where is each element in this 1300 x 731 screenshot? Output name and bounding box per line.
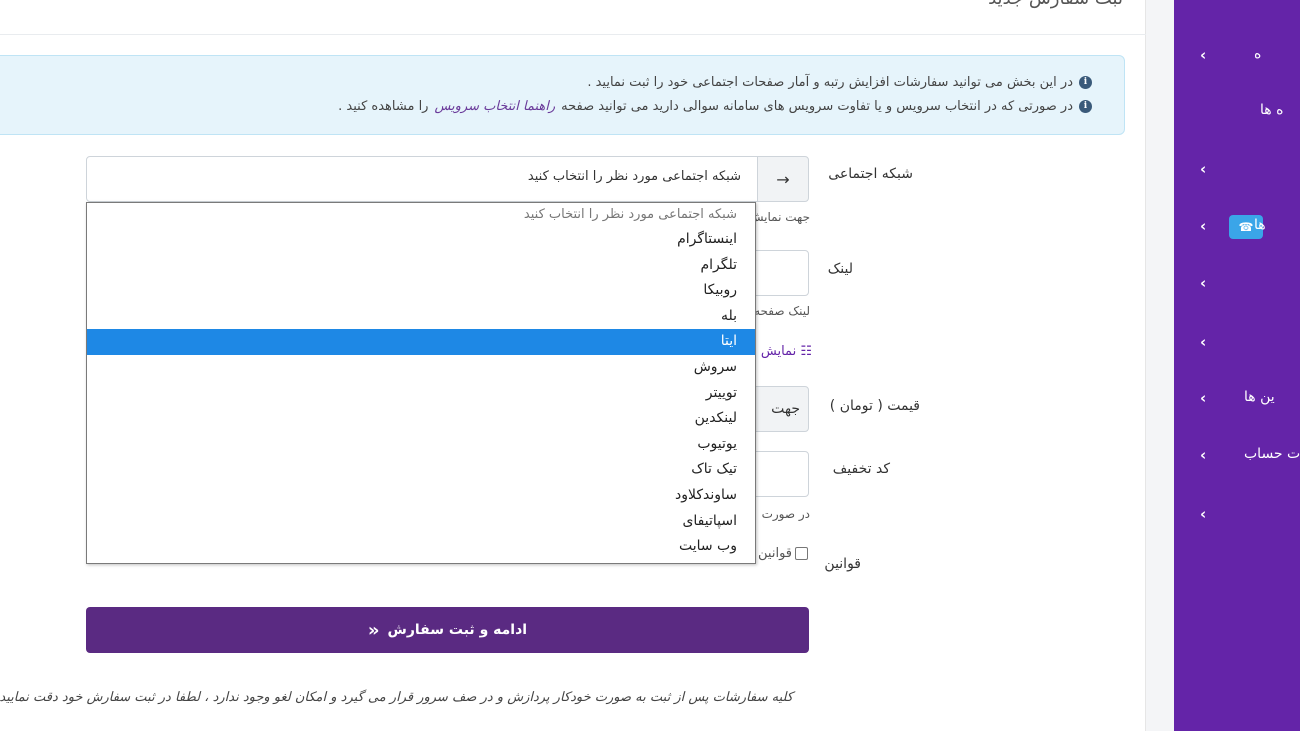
dropdown-option[interactable]: تلگرام	[87, 253, 755, 279]
alert-line-2: i در صورتی که در انتخاب سرویس و یا تفاوت…	[0, 94, 1092, 118]
sidebar-item-label: ه ها	[1260, 102, 1284, 118]
dropdown-placeholder-option[interactable]: شبکه اجتماعی مورد نظر را انتخاب کنید	[87, 203, 755, 227]
link-hint: لینک صفحه	[756, 304, 810, 318]
info-alert: i در این بخش می توانید سفارشات افزایش رت…	[0, 55, 1125, 135]
sidebar-item-label: ها	[1254, 217, 1266, 233]
price-label: قیمت ( تومان )	[829, 398, 920, 414]
double-chevron-left-icon: «	[367, 619, 380, 641]
dropdown-option[interactable]: اینستاگرام	[87, 227, 755, 253]
price-field: جهت	[752, 386, 809, 432]
show-label: نمایش	[760, 344, 797, 359]
sidebar-item[interactable]: ‹	[1174, 503, 1300, 527]
dropdown-option[interactable]: وب سایت	[87, 534, 755, 560]
chevron-left-icon: ‹	[1200, 160, 1207, 178]
sidebar-item[interactable]: ‹ ین ها	[1174, 387, 1300, 411]
dropdown-option[interactable]: توییتر	[87, 381, 755, 407]
chevron-left-icon: ‹	[1200, 46, 1207, 64]
alert-text-2: در صورتی که در انتخاب سرویس و یا تفاوت س…	[561, 98, 1073, 114]
social-network-select[interactable]: شبکه اجتماعی مورد نظر را انتخاب کنید	[86, 156, 758, 202]
service-guide-link[interactable]: راهنما انتخاب سرویس	[434, 99, 555, 114]
sidebar: ‹ ه ه ها ‹ ‹ ☎ ها ‹ ‹ ‹ ین ها ‹ ت حساب ‹	[1174, 0, 1300, 731]
social-network-dropdown[interactable]: شبکه اجتماعی مورد نظر را انتخاب کنید این…	[86, 202, 756, 564]
sidebar-item[interactable]: ‹	[1174, 331, 1300, 355]
dropdown-option[interactable]: روبیکا	[87, 278, 755, 304]
dropdown-option[interactable]: اسپاتیفای	[87, 509, 755, 535]
chevron-left-icon: ‹	[1200, 505, 1207, 523]
sidebar-item[interactable]: ‹	[1174, 158, 1300, 182]
dropdown-option[interactable]: ساوندکلاود	[87, 483, 755, 509]
submit-order-button[interactable]: ادامه و ثبت سفارش «	[86, 607, 809, 653]
chevron-left-icon: ‹	[1200, 389, 1207, 407]
dropdown-option[interactable]: ایتا	[87, 329, 755, 355]
alert-text-1: در این بخش می توانید سفارشات افزایش رتبه…	[587, 74, 1073, 90]
info-icon: i	[1079, 75, 1092, 89]
chevron-left-icon: ‹	[1200, 274, 1207, 292]
alert-line-1: i در این بخش می توانید سفارشات افزایش رت…	[0, 70, 1092, 94]
chevron-left-icon: ‹	[1200, 446, 1207, 464]
dropdown-option[interactable]: یوتیوب	[87, 432, 755, 458]
sidebar-item[interactable]: ‹	[1174, 272, 1300, 296]
submit-label: ادامه و ثبت سفارش	[387, 622, 528, 638]
footer-note: کلیه سفارشات پس از ثبت به صورت خودکار پر…	[0, 690, 793, 705]
sidebar-item-label: ین ها	[1244, 389, 1275, 405]
discount-label: کد تخفیف	[832, 461, 890, 477]
dropdown-option[interactable]: تیک تاک	[87, 457, 755, 483]
select-addon: →	[757, 156, 809, 202]
dropdown-option[interactable]: سروش	[87, 355, 755, 381]
sidebar-item[interactable]: ‹ ت حساب	[1174, 444, 1300, 468]
sidebar-item[interactable]: ه ها	[1174, 100, 1300, 124]
link-input[interactable]	[752, 250, 809, 296]
main-card: ثبت سفارش جدید i در این بخش می توانید سف…	[0, 0, 1146, 731]
link-label: لینک	[827, 261, 853, 277]
dropdown-option[interactable]: بله	[87, 304, 755, 330]
sidebar-item[interactable]: ‹ ه	[1174, 44, 1300, 68]
dropdown-option[interactable]: لینکدین	[87, 406, 755, 432]
terms-checkbox-label: قوانین	[758, 546, 792, 561]
sidebar-item-label: ت حساب	[1244, 446, 1300, 462]
terms-label: قوانین	[824, 556, 861, 572]
arrow-right-icon: →	[776, 169, 790, 189]
terms-checkbox[interactable]	[795, 547, 808, 560]
discount-hint: در صورت	[761, 507, 810, 521]
alert-text-2-end: را مشاهده کنید .	[338, 98, 429, 114]
sidebar-item-label: ه	[1254, 46, 1262, 62]
discount-input[interactable]	[752, 451, 809, 497]
chevron-left-icon: ‹	[1200, 217, 1207, 235]
sliders-icon: ☷	[800, 344, 812, 359]
show-details-toggle[interactable]: ☷ نمایش	[756, 344, 812, 359]
social-network-hint: جهت نمایش	[756, 210, 810, 224]
sidebar-item[interactable]: ‹ ☎ ها	[1174, 215, 1300, 239]
chevron-left-icon: ‹	[1200, 333, 1207, 351]
page-title: ثبت سفارش جدید	[988, 0, 1123, 9]
info-icon: i	[1079, 99, 1092, 113]
social-network-label: شبکه اجتماعی	[828, 166, 913, 182]
title-divider	[0, 34, 1146, 35]
